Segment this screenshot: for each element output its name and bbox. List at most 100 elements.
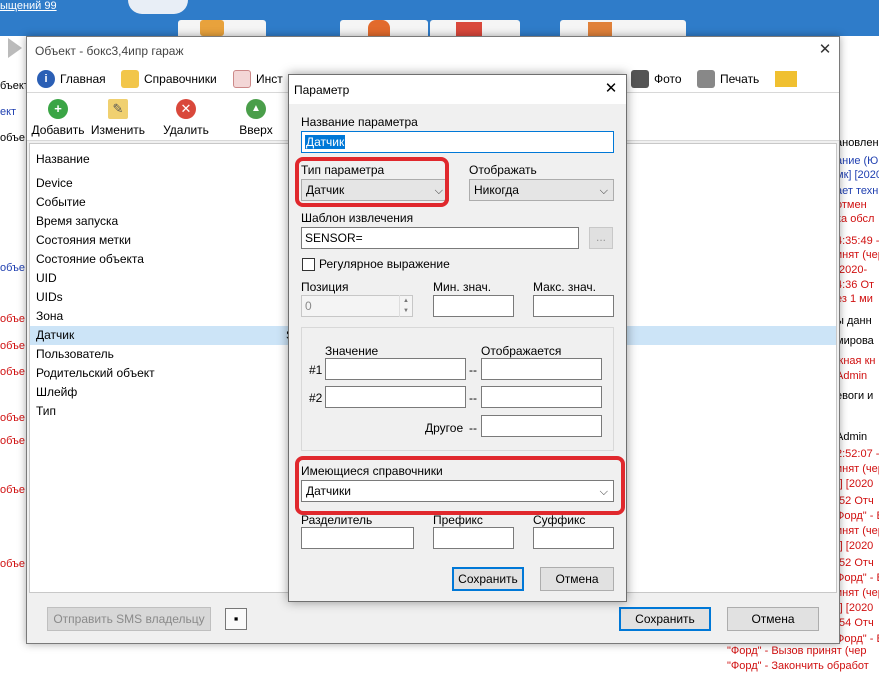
background-right-line: :52 Отч — [836, 495, 874, 507]
add-icon: + — [48, 99, 68, 119]
camera-icon — [631, 70, 649, 88]
list-header-name: Название — [36, 152, 90, 166]
max-value-input[interactable] — [533, 295, 614, 317]
background-logo-icon — [128, 0, 188, 14]
prefix-label: Префикс — [433, 513, 483, 527]
background-right-line: Admin — [836, 370, 868, 382]
list-item-name: Событие — [36, 195, 86, 209]
send-sms-button[interactable]: Отправить SMS владельцу — [47, 607, 211, 631]
menu-instructions[interactable]: Инст — [233, 69, 283, 89]
background-tile-2-icon — [368, 20, 390, 36]
list-item-name: Родительский объект — [36, 366, 155, 380]
background-right-line: ановлен — [836, 137, 879, 149]
delete-icon: ✕ — [176, 99, 196, 119]
param-name-label: Название параметра — [301, 115, 418, 129]
display-value: Никогда — [474, 183, 519, 197]
display-select[interactable]: Никогда ⌵ — [469, 179, 614, 201]
floppy-save-icon[interactable]: ▪ — [225, 608, 247, 630]
list-item-name: Датчик — [36, 328, 75, 342]
menu-main-label: Главная — [60, 72, 106, 86]
param-name-value: Датчик — [305, 135, 346, 149]
dictionaries-highlight — [295, 456, 625, 515]
background-right-line: евоги и — [836, 390, 874, 402]
background-right-line: отмен — [836, 199, 867, 211]
menu-photo[interactable]: Фото — [631, 69, 682, 89]
edit-button-label: Изменить — [90, 123, 146, 137]
chevron-down-icon: ⌵ — [599, 185, 608, 197]
separator-input[interactable] — [301, 527, 414, 549]
background-left-cell: ект — [0, 106, 17, 118]
background-right-line: ез 1 ми — [836, 293, 873, 305]
background-right-line: )] [2020 — [836, 540, 874, 552]
background-play-icon[interactable] — [8, 38, 22, 58]
info-icon: i — [37, 70, 55, 88]
background-tile-4 — [560, 20, 686, 36]
background-right-line: 4:35:49 - — [836, 235, 879, 247]
add-button[interactable]: + Добавить — [29, 97, 87, 139]
background-left-cell: объе — [0, 558, 26, 570]
edit-button[interactable]: ✎ Изменить — [89, 97, 147, 139]
background-right-line: жная кн — [836, 355, 876, 367]
background-right-line: :52 Отч — [836, 557, 874, 569]
object-cancel-button[interactable]: Отмена — [727, 607, 819, 631]
background-notifications-link[interactable]: ыщений 99 — [0, 0, 57, 12]
background-right-line: инят (чер — [836, 587, 879, 599]
dialog-save-button[interactable]: Сохранить — [452, 567, 524, 591]
regex-label: Регулярное выражение — [319, 257, 450, 271]
menu-print-label: Печать — [720, 72, 760, 86]
separator-label: Разделитель — [301, 513, 373, 527]
arrow-up-icon: ▲ — [246, 99, 266, 119]
background-left-cell: объе — [0, 412, 26, 424]
position-input[interactable]: 0 — [301, 295, 413, 317]
background-right-line: Admin — [836, 431, 868, 443]
menu-main[interactable]: i Главная — [37, 69, 106, 89]
row2-dash: -- — [469, 391, 477, 405]
parameter-dialog-close-icon[interactable]: ✕ — [601, 79, 621, 99]
template-browse-button[interactable]: ... — [589, 227, 613, 249]
menu-print[interactable]: Печать — [697, 69, 759, 89]
list-item-name: Шлейф — [36, 385, 78, 399]
menu-photo-label: Фото — [654, 72, 682, 86]
row1-value-input[interactable] — [325, 358, 466, 380]
prefix-input[interactable] — [433, 527, 514, 549]
other-displayed-input[interactable] — [481, 415, 602, 437]
background-right-line: инят (чер — [836, 249, 879, 261]
move-up-button[interactable]: ▲ Вверх — [227, 97, 285, 139]
param-name-input[interactable]: Датчик — [301, 131, 614, 153]
printer-icon — [697, 70, 715, 88]
list-item-name: UID — [36, 271, 57, 285]
background-left-cell: объе — [0, 132, 26, 144]
background-right-line: )] [2020 — [836, 602, 874, 614]
background-right-line: мк] [2020 — [836, 169, 879, 181]
dialog-cancel-button[interactable]: Отмена — [540, 567, 614, 591]
regex-checkbox[interactable] — [302, 258, 315, 271]
list-item-name: Тип — [36, 404, 57, 418]
menu-directories-label: Справочники — [144, 72, 217, 86]
edit-icon: ✎ — [108, 99, 128, 119]
min-value-label: Мин. знач. — [433, 280, 492, 294]
menu-directories[interactable]: Справочники — [121, 69, 217, 89]
instructions-icon — [233, 70, 251, 88]
list-item-name: Device — [36, 176, 73, 190]
object-window-titlebar: Объект - бокс3,4ипр гараж ✕ — [27, 37, 839, 65]
suffix-input[interactable] — [533, 527, 614, 549]
row1-displayed-input[interactable] — [481, 358, 602, 380]
background-right-line: ы данн — [836, 315, 872, 327]
list-item-name: Состояние объекта — [36, 252, 144, 266]
list-item-name: Зона — [36, 309, 64, 323]
list-item-name: Состояния метки — [36, 233, 132, 247]
row2-value-input[interactable] — [325, 386, 466, 408]
directories-icon — [121, 70, 139, 88]
template-input[interactable]: SENSOR= — [301, 227, 579, 249]
menu-extra-icon[interactable] — [775, 71, 797, 87]
position-spinner[interactable]: ▲ ▼ — [399, 295, 412, 317]
background-right-line: ает техн — [836, 185, 879, 197]
other-dash: -- — [469, 421, 477, 435]
min-value-input[interactable] — [433, 295, 514, 317]
display-label: Отображать — [469, 163, 537, 177]
row1-dash: -- — [469, 363, 477, 377]
row2-displayed-input[interactable] — [481, 386, 602, 408]
object-save-button[interactable]: Сохранить — [619, 607, 711, 631]
delete-button[interactable]: ✕ Удалить — [157, 97, 215, 139]
object-window-close-icon[interactable]: ✕ — [815, 40, 835, 60]
